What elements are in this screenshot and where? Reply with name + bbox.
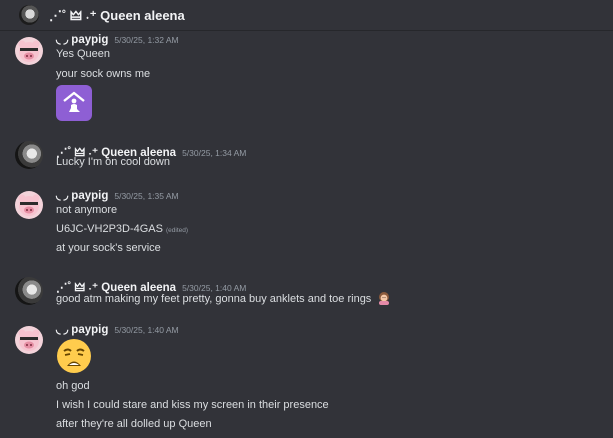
message-text: I wish I could stare and kiss my screen … <box>56 399 329 411</box>
message-text: your sock owns me <box>56 68 151 80</box>
avatar[interactable] <box>15 37 43 65</box>
message-header: ◟ ◞ paypig 5/30/25, 1:40 AM <box>56 322 179 336</box>
avatar[interactable] <box>15 277 43 305</box>
username[interactable]: ◟ ◞ paypig <box>56 322 108 336</box>
edited-label: (edited) <box>165 227 189 234</box>
username[interactable]: ◟ ◞ paypig <box>56 188 108 202</box>
avatar[interactable] <box>15 326 43 354</box>
message-header: ◟ ◞ paypig 5/30/25, 1:35 AM <box>56 188 179 202</box>
message-text: at your sock's service <box>56 242 161 254</box>
avatar[interactable] <box>15 141 43 169</box>
message-text: Yes Queen <box>56 48 111 60</box>
message-text-content: U6JC-VH2P3D-4GAS <box>56 223 163 235</box>
username[interactable]: ◟ ◞ paypig <box>56 32 108 46</box>
message-header: ◟ ◞ paypig 5/30/25, 1:32 AM <box>56 32 179 46</box>
timestamp: 5/30/25, 1:40 AM <box>114 325 179 335</box>
channel-title: ⋰˚ 🜲 ˖⁺ Queen aleena <box>49 8 185 23</box>
channel-header: ⋰˚ 🜲 ˖⁺ Queen aleena <box>0 0 613 31</box>
kneeling-person-sticker[interactable] <box>56 85 92 121</box>
timestamp: 5/30/25, 1:35 AM <box>114 191 179 201</box>
timestamp: 5/30/25, 1:32 AM <box>114 35 179 45</box>
message-text: U6JC-VH2P3D-4GAS (edited) <box>56 223 188 235</box>
weary-face-emoji <box>57 339 91 373</box>
avatar[interactable] <box>15 191 43 219</box>
message: ◟ ◞ paypig 5/30/25, 1:35 AM not anymore … <box>0 187 613 262</box>
message-list: ◟ ◞ paypig 5/30/25, 1:32 AM Yes Queen yo… <box>0 31 613 438</box>
message-text: good atm making my feet pretty, gonna bu… <box>56 291 391 305</box>
timestamp: 5/30/25, 1:34 AM <box>182 148 247 158</box>
message-text: after they're all dolled up Queen <box>56 418 212 430</box>
message: ⋰˚ 🜲 ˖⁺ Queen aleena 5/30/25, 1:34 AM Lu… <box>0 138 613 178</box>
message: ◟ ◞ paypig 5/30/25, 1:40 AM oh god I wis… <box>0 321 613 438</box>
message: ⋰˚ 🜲 ˖⁺ Queen aleena 5/30/25, 1:40 AM go… <box>0 273 613 313</box>
user-avatar[interactable] <box>19 5 39 25</box>
message: ◟ ◞ paypig 5/30/25, 1:32 AM Yes Queen yo… <box>0 31 613 131</box>
message-text: not anymore <box>56 204 118 216</box>
message-text-content: good atm making my feet pretty, gonna bu… <box>56 293 372 305</box>
message-text: Lucky I'm on cool down <box>56 156 170 168</box>
woman-getting-manicure-emoji <box>379 292 390 305</box>
message-text: oh god <box>56 380 90 392</box>
